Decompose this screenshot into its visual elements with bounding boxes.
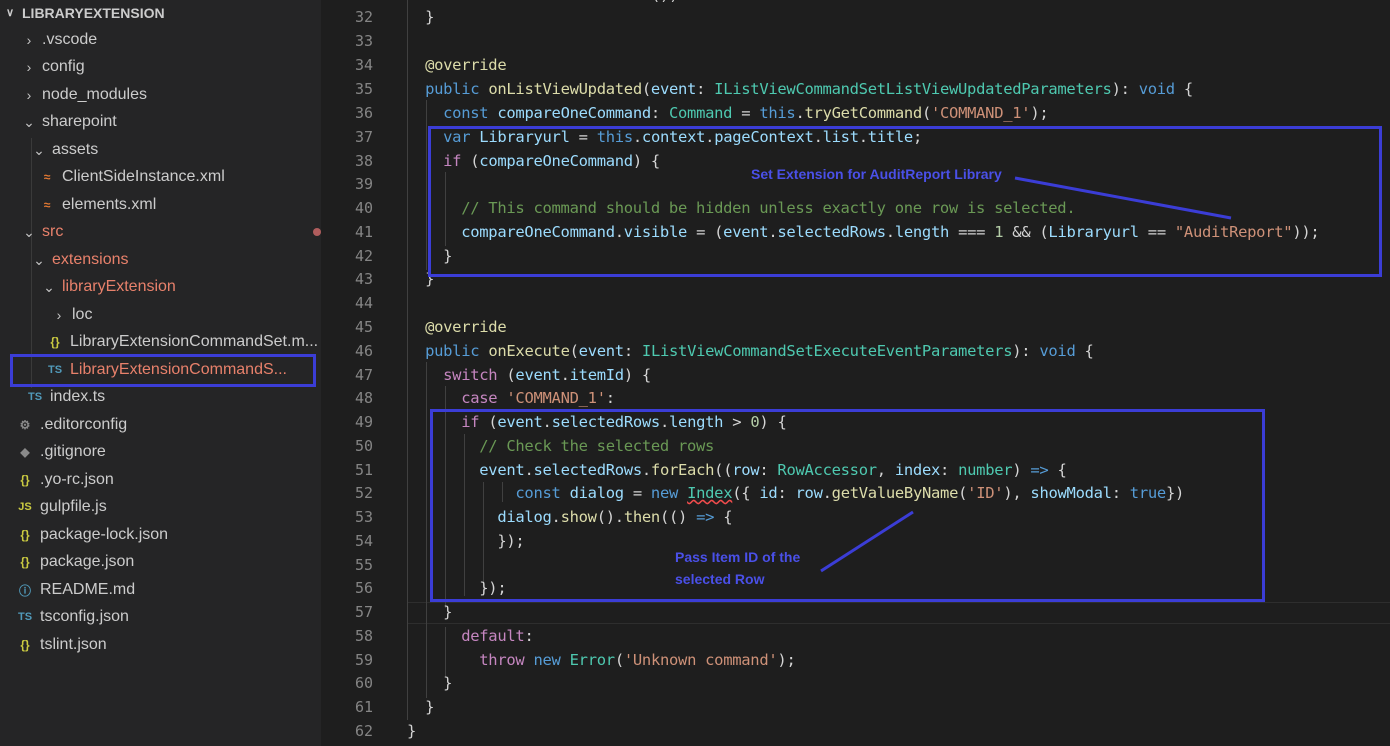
tree-item-label: .yo-rc.json — [40, 471, 114, 488]
chevron-down-icon: ⌄ — [23, 113, 35, 130]
rss-xml-icon: ≈ — [43, 170, 51, 184]
chevron-down-icon: ⌄ — [23, 223, 35, 240]
tree-item-manifest[interactable]: {} LibraryExtensionCommandSet.m... — [0, 329, 321, 355]
tree-item-label: README.md — [40, 581, 136, 598]
chevron-down-icon: ⌄ — [43, 278, 55, 295]
javascript-icon: JS — [18, 501, 32, 513]
arrow-to-auditreport — [1014, 176, 1232, 220]
explorer-header[interactable]: ∨ LIBRARYEXTENSION — [0, 0, 321, 25]
git-icon: ◆ — [20, 445, 30, 459]
json-braces-icon: {} — [20, 555, 30, 569]
chevron-down-icon: ⌄ — [33, 141, 45, 158]
tree-item-label: assets — [52, 141, 99, 158]
tree-item-label: tslint.json — [40, 636, 107, 653]
chevron-right-icon: › — [26, 87, 32, 103]
chevron-right-icon: › — [26, 32, 32, 48]
tree-item-label: ClientSideInstance.xml — [62, 168, 225, 185]
tree-item-label: config — [42, 58, 85, 75]
tree-item-label: loc — [72, 306, 93, 323]
chevron-down-icon[interactable]: ∨ — [6, 6, 16, 19]
typescript-icon: TS — [17, 611, 33, 623]
tree-item-label: .gitignore — [40, 443, 106, 460]
tree-item-label: index.ts — [50, 388, 106, 405]
tree-item-assets[interactable]: ⌄ assets — [0, 137, 321, 163]
tree-item-tsconfig[interactable]: TS tsconfig.json — [0, 604, 321, 630]
tree-item-index-ts[interactable]: TS index.ts — [0, 384, 321, 410]
tree-item-sharepoint[interactable]: ⌄ sharepoint — [0, 109, 321, 135]
explorer-title: LIBRARYEXTENSION — [22, 4, 165, 21]
tree-item-gitignore[interactable]: ◆ .gitignore — [0, 439, 321, 465]
tree-item-gulpfile[interactable]: JS gulpfile.js — [0, 494, 321, 520]
tree-item-label: node_modules — [42, 86, 147, 103]
tree-item-readme[interactable]: ⓘ README.md — [0, 577, 321, 603]
tree-item-label: .editorconfig — [40, 416, 128, 433]
tree-item-extensions[interactable]: ⌄ extensions — [0, 247, 321, 273]
tree-item-label: package.json — [40, 553, 135, 570]
gear-icon: ⚙ — [19, 418, 31, 432]
tree-item-clientsideinstance[interactable]: ≈ ClientSideInstance.xml — [0, 164, 321, 190]
code-editor[interactable]: 32 33 34 35 36 37 38 39 40 41 42 43 44 4… — [321, 0, 1390, 746]
tree-item-package-lock[interactable]: {} package-lock.json — [0, 522, 321, 548]
tree-item-editorconfig[interactable]: ⚙ .editorconfig — [0, 412, 321, 438]
tree-item-loc[interactable]: › loc — [0, 302, 321, 328]
modified-dot — [313, 228, 321, 236]
chevron-right-icon: › — [56, 307, 62, 323]
json-braces-icon: {} — [20, 528, 30, 542]
tree-item-src[interactable]: ⌄ src — [0, 219, 321, 245]
tree-item-yo-rc[interactable]: {} .yo-rc.json — [0, 467, 321, 493]
tree-item-package[interactable]: {} package.json — [0, 549, 321, 575]
tree-item-node-modules[interactable]: › node_modules — [0, 82, 321, 108]
tree-item-label: src — [42, 223, 64, 240]
tree-item-elements[interactable]: ≈ elements.xml — [0, 192, 321, 218]
tree-item-label: elements.xml — [62, 196, 157, 213]
info-icon: ⓘ — [18, 583, 31, 598]
chevron-right-icon: › — [26, 59, 32, 75]
tree-item-label: libraryExtension — [62, 278, 176, 295]
json-braces-icon: {} — [20, 473, 30, 487]
json-braces-icon: {} — [20, 638, 30, 652]
tree-item-label: LibraryExtensionCommandSet.m... — [70, 333, 319, 350]
tree-item-label: sharepoint — [42, 113, 117, 130]
json-braces-icon: {} — [50, 335, 60, 349]
tree-item-label: extensions — [52, 251, 129, 268]
explorer-sidebar: ∨ LIBRARYEXTENSION › .vscode › config › … — [0, 0, 321, 746]
tree-item-label: tsconfig.json — [40, 608, 129, 625]
tree-item-config[interactable]: › config — [0, 54, 321, 80]
tree-item-label: package-lock.json — [40, 526, 169, 543]
highlight-box-selected-file — [10, 354, 316, 387]
chevron-down-icon: ⌄ — [33, 251, 45, 268]
tree-item-libraryextension[interactable]: ⌄ libraryExtension — [0, 274, 321, 300]
annotation-arrows — [820, 176, 1232, 573]
arrow-to-item-id — [820, 510, 914, 573]
tree-item-label: gulpfile.js — [40, 498, 107, 515]
tree-item-tslint[interactable]: {} tslint.json — [0, 632, 321, 658]
tree-item-vscode[interactable]: › .vscode — [0, 27, 321, 53]
typescript-icon: TS — [27, 391, 43, 403]
rss-xml-icon: ≈ — [43, 198, 51, 212]
tree-item-label: .vscode — [42, 31, 98, 48]
